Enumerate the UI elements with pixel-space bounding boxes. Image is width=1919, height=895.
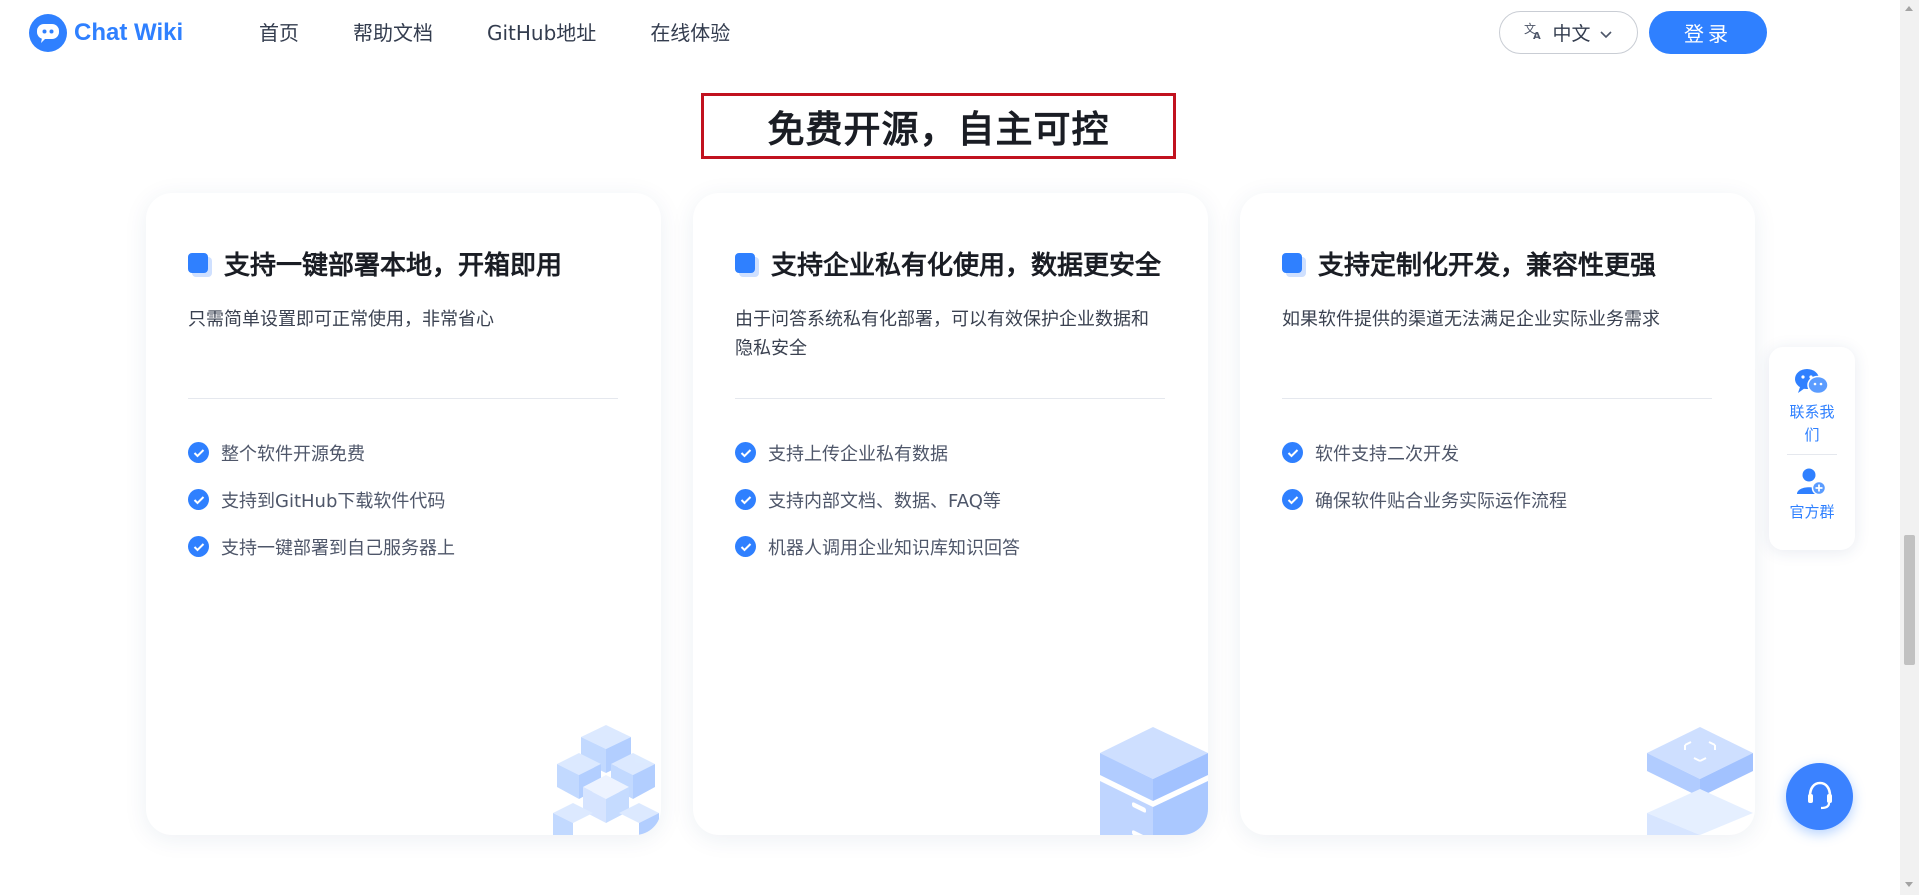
top-header: Chat Wiki 首页 帮助文档 GitHub地址 在线体验 文 A 中文 登…	[0, 0, 1900, 66]
logo[interactable]: Chat Wiki	[29, 14, 183, 52]
language-selector[interactable]: 文 A 中文	[1499, 11, 1638, 54]
square-bullet-icon	[188, 251, 214, 277]
official-group-button[interactable]: 官方群	[1769, 467, 1855, 524]
card-header: 支持一键部署本地，开箱即用	[188, 245, 562, 282]
check-circle-icon	[188, 489, 209, 510]
feature-list: 支持上传企业私有数据 支持内部文档、数据、FAQ等 机器人调用企业知识库知识回答	[735, 429, 1020, 570]
nav-github[interactable]: GitHub地址	[487, 19, 596, 47]
square-bullet-icon	[735, 251, 761, 277]
scroll-down-arrow-icon[interactable]	[1905, 882, 1913, 887]
customer-support-button[interactable]	[1786, 763, 1853, 830]
square-bullet-icon	[1282, 251, 1308, 277]
list-item: 整个软件开源免费	[188, 429, 455, 476]
card-header: 支持企业私有化使用，数据更安全	[735, 245, 1161, 282]
check-circle-icon	[188, 536, 209, 557]
feature-card-private: 支持企业私有化使用，数据更安全 由于问答系统私有化部署，可以有效保护企业数据和隐…	[693, 193, 1208, 835]
list-item: 支持内部文档、数据、FAQ等	[735, 476, 1020, 523]
section-title: 免费开源，自主可控	[701, 93, 1176, 159]
check-circle-icon	[188, 442, 209, 463]
divider	[735, 398, 1165, 399]
feature-list: 整个软件开源免费 支持到GitHub下载软件代码 支持一键部署到自己服务器上	[188, 429, 455, 570]
card-title: 支持定制化开发，兼容性更强	[1318, 251, 1657, 281]
feature-card-custom: 支持定制化开发，兼容性更强 如果软件提供的渠道无法满足企业实际业务需求 软件支持…	[1240, 193, 1755, 835]
contact-us-label: 联系我们	[1789, 403, 1835, 444]
contact-us-button[interactable]: 联系我们	[1769, 367, 1855, 447]
list-item-text: 机器人调用企业知识库知识回答	[768, 537, 1020, 559]
scroll-up-arrow-icon[interactable]	[1905, 6, 1913, 11]
login-button[interactable]: 登录	[1649, 11, 1767, 54]
card-title: 支持企业私有化使用，数据更安全	[771, 251, 1162, 281]
list-item-text: 支持一键部署到自己服务器上	[221, 537, 455, 559]
divider	[1787, 454, 1837, 455]
divider	[1282, 398, 1712, 399]
list-item: 支持上传企业私有数据	[735, 429, 1020, 476]
headset-icon	[1803, 778, 1837, 816]
divider	[188, 398, 618, 399]
scroll-thumb[interactable]	[1904, 535, 1915, 665]
list-item: 软件支持二次开发	[1282, 429, 1567, 476]
vertical-scrollbar[interactable]	[1900, 0, 1919, 895]
svg-text:A: A	[1533, 31, 1541, 40]
list-item: 支持到GitHub下载软件代码	[188, 476, 455, 523]
list-item-text: 整个软件开源免费	[221, 443, 365, 465]
check-circle-icon	[735, 489, 756, 510]
server-illustration	[1100, 727, 1208, 835]
card-description: 只需简单设置即可正常使用，非常省心	[188, 309, 494, 330]
check-circle-icon	[1282, 442, 1303, 463]
check-circle-icon	[1282, 489, 1303, 510]
card-description: 如果软件提供的渠道无法满足企业实际业务需求	[1282, 309, 1660, 330]
nav-help-docs[interactable]: 帮助文档	[353, 19, 433, 47]
nav-online-demo[interactable]: 在线体验	[650, 19, 730, 47]
list-item: 确保软件贴合业务实际运作流程	[1282, 476, 1567, 523]
chat-bubble-icon	[29, 14, 67, 52]
list-item-text: 确保软件贴合业务实际运作流程	[1315, 490, 1567, 512]
nav-home[interactable]: 首页	[259, 19, 299, 47]
card-description: 由于问答系统私有化部署，可以有效保护企业数据和隐私安全	[735, 309, 1149, 359]
platform-illustration	[1647, 727, 1753, 835]
list-item-text: 支持内部文档、数据、FAQ等	[768, 490, 1001, 512]
language-label: 中文	[1552, 23, 1591, 45]
list-item-text: 支持到GitHub下载软件代码	[221, 490, 446, 512]
translate-icon: 文 A	[1524, 20, 1544, 45]
logo-text: Chat Wiki	[74, 19, 184, 46]
cubes-illustration	[553, 725, 659, 835]
main-nav: 首页 帮助文档 GitHub地址 在线体验	[259, 19, 784, 47]
card-title: 支持一键部署本地，开箱即用	[224, 251, 563, 281]
check-circle-icon	[735, 442, 756, 463]
feature-list: 软件支持二次开发 确保软件贴合业务实际运作流程	[1282, 429, 1567, 523]
chevron-down-icon	[1599, 22, 1613, 44]
contact-float-panel: 联系我们 官方群	[1769, 347, 1855, 550]
list-item-text: 软件支持二次开发	[1315, 443, 1459, 465]
official-group-label: 官方群	[1789, 503, 1835, 521]
check-circle-icon	[735, 536, 756, 557]
card-header: 支持定制化开发，兼容性更强	[1282, 245, 1656, 282]
wechat-icon	[1794, 367, 1830, 401]
feature-card-deploy: 支持一键部署本地，开箱即用 只需简单设置即可正常使用，非常省心 整个软件开源免费…	[146, 193, 661, 835]
add-user-icon	[1796, 467, 1828, 501]
list-item: 支持一键部署到自己服务器上	[188, 523, 455, 570]
list-item-text: 支持上传企业私有数据	[768, 443, 948, 465]
list-item: 机器人调用企业知识库知识回答	[735, 523, 1020, 570]
